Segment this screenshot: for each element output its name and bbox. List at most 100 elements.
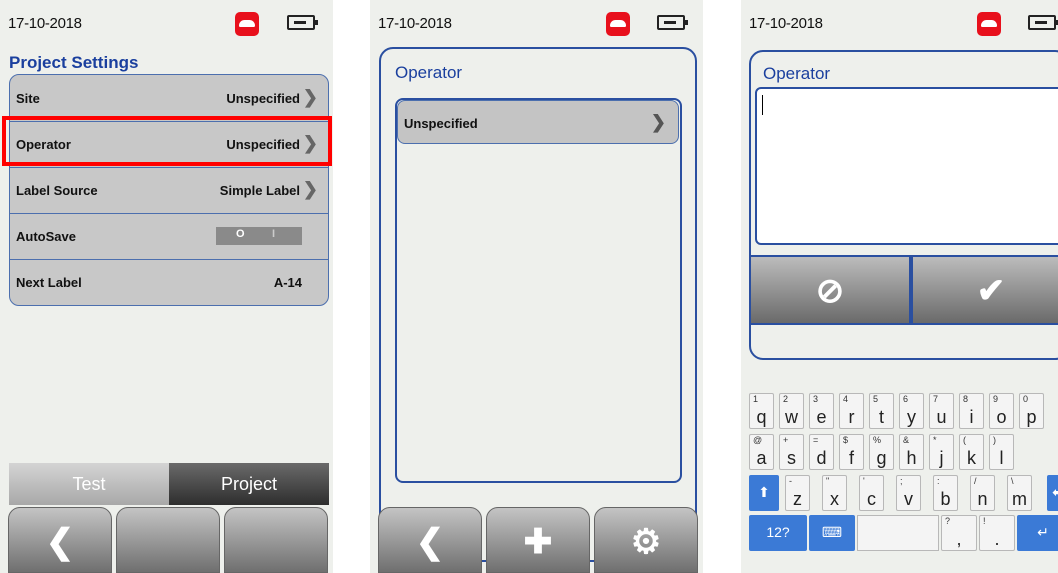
text-cursor [762, 95, 763, 115]
key-label: r [848, 407, 855, 427]
key-alt-label: 3 [813, 394, 819, 404]
back-button[interactable]: ❮ [8, 507, 112, 573]
key-label: w [785, 407, 798, 427]
key-label: y [907, 407, 916, 427]
key-h[interactable]: & h [899, 434, 924, 470]
row-label: Next Label [16, 275, 82, 290]
key-label: f [848, 448, 854, 468]
key-g[interactable]: % g [869, 434, 894, 470]
key-e[interactable]: 3e [809, 393, 834, 429]
key-alt-label: ( [963, 435, 966, 445]
key-label: e [816, 407, 827, 427]
confirm-button[interactable]: ✔ [911, 255, 1058, 325]
space-key[interactable] [857, 515, 939, 551]
row-value: A-14 [273, 275, 302, 290]
status-bar: 17-10-2018 [370, 0, 703, 44]
key-label: , [956, 529, 962, 549]
chevron-right-icon: ❯ [650, 112, 666, 132]
key-d[interactable]: = d [809, 434, 834, 470]
phone-icon [977, 12, 1001, 36]
tab-test[interactable]: Test [9, 463, 169, 505]
key-u[interactable]: 7u [929, 393, 954, 429]
enter-key[interactable]: ↵ [1017, 515, 1058, 551]
shift-icon: ⬆ [758, 484, 770, 500]
key-label: q [756, 407, 767, 427]
key-y[interactable]: 6y [899, 393, 924, 429]
blank-button[interactable] [224, 507, 328, 573]
operator-list-screen: 17-10-2018 Operator Unspecified ❯ ❮ ✚ ⚙ [370, 0, 703, 573]
onscreen-keyboard: 1q2w3e4r5t6y7u8i9o0p @ a + s = d $ f% g & h * j(k) l … [749, 393, 1058, 573]
key-t[interactable]: 5t [869, 393, 894, 429]
key-m[interactable]: \ m [1007, 475, 1032, 511]
mode-label: 12? [766, 524, 790, 540]
toggle-on-label: O [236, 228, 245, 240]
key-q[interactable]: 1q [749, 393, 774, 429]
row-label: Label Source [16, 183, 98, 198]
key-label: t [878, 407, 884, 427]
key-a[interactable]: @ a [749, 434, 774, 470]
settings-button[interactable]: ⚙ [594, 507, 698, 573]
key-i[interactable]: 8i [959, 393, 984, 429]
key-v[interactable]: ; v [896, 475, 921, 511]
label-source-row[interactable]: Label Source Simple Label ❯ [10, 167, 328, 214]
shift-key[interactable]: ⬆ [749, 475, 779, 511]
key-alt-label: ) [993, 435, 996, 445]
key-label: d [816, 448, 827, 468]
key-label: a [756, 448, 767, 468]
key-alt-label: = [813, 435, 819, 445]
battery-icon [1028, 15, 1058, 30]
phone-icon [606, 12, 630, 36]
key-label: l [999, 448, 1004, 468]
tab-project[interactable]: Project [169, 463, 329, 505]
key-alt-label: : [937, 476, 940, 486]
comma-key[interactable]: ?, [941, 515, 977, 551]
blank-button[interactable] [116, 507, 220, 573]
backspace-key[interactable]: ⬅ [1047, 475, 1058, 511]
key-f[interactable]: $ f [839, 434, 864, 470]
key-alt-label: \ [1011, 476, 1014, 486]
operator-input[interactable] [755, 87, 1058, 245]
key-alt-label: / [974, 476, 977, 486]
key-label: x [830, 489, 839, 509]
autosave-toggle[interactable]: O I [216, 227, 302, 245]
key-c[interactable]: ' c [859, 475, 884, 511]
key-n[interactable]: / n [970, 475, 995, 511]
key-k[interactable]: (k [959, 434, 984, 470]
key-label: u [936, 407, 947, 427]
keyboard-icon: ⌨ [821, 524, 843, 540]
key-alt-label: 2 [783, 394, 789, 404]
date-label: 17-10-2018 [378, 15, 452, 32]
panel-title: Operator [763, 64, 831, 83]
key-z[interactable]: -z [785, 475, 810, 511]
mode-key[interactable]: 12? [749, 515, 807, 551]
site-row[interactable]: Site Unspecified ❯ [10, 75, 328, 122]
key-w[interactable]: 2w [779, 393, 804, 429]
key-alt-label: 6 [903, 394, 909, 404]
key-s[interactable]: + s [779, 434, 804, 470]
cancel-icon: ⊘ [815, 272, 845, 310]
cancel-button[interactable]: ⊘ [749, 255, 911, 325]
key-p[interactable]: 0p [1019, 393, 1044, 429]
row-label: Site [16, 91, 40, 106]
key-l[interactable]: ) l [989, 434, 1014, 470]
key-alt-label: $ [843, 435, 849, 445]
keyboard-toggle-key[interactable]: ⌨ [809, 515, 855, 551]
date-label: 17-10-2018 [749, 15, 823, 32]
key-alt-label: 7 [933, 394, 939, 404]
bottom-tabs: Test Project [9, 463, 329, 505]
key-label: s [787, 448, 796, 468]
key-o[interactable]: 9o [989, 393, 1014, 429]
key-label: p [1026, 407, 1037, 427]
enter-icon: ↵ [1037, 524, 1049, 540]
add-button[interactable]: ✚ [486, 507, 590, 573]
key-b[interactable]: :b [933, 475, 958, 511]
tab-label: Project [220, 474, 278, 494]
period-key[interactable]: !. [979, 515, 1015, 551]
key-x[interactable]: " x [822, 475, 847, 511]
list-item[interactable]: Unspecified ❯ [397, 100, 679, 144]
key-j[interactable]: * j [929, 434, 954, 470]
back-button[interactable]: ❮ [378, 507, 482, 573]
key-label: g [876, 448, 887, 468]
battery-icon [657, 15, 688, 30]
key-r[interactable]: 4r [839, 393, 864, 429]
